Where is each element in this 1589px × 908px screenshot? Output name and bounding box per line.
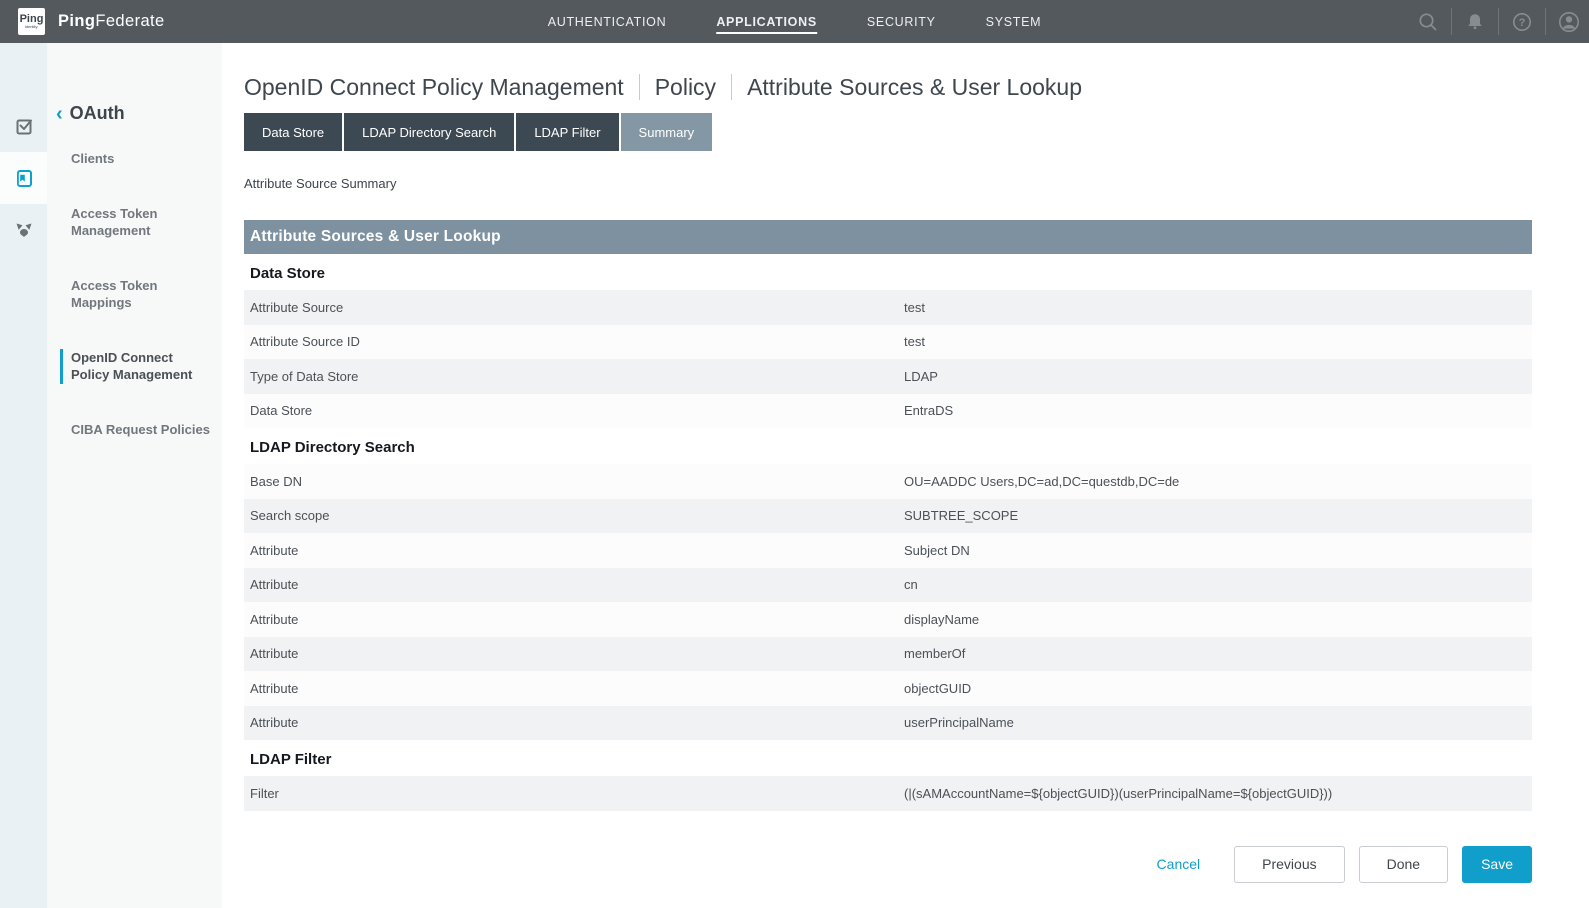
- topbar-icon-group: ?: [1410, 0, 1587, 43]
- row-value: Subject DN: [904, 543, 970, 558]
- step-tabs: Data StoreLDAP Directory SearchLDAP Filt…: [244, 113, 1532, 151]
- page-title: OpenID Connect Policy Management Policy At…: [244, 73, 1532, 101]
- row-label: Search scope: [244, 508, 904, 523]
- page-title-part: OpenID Connect Policy Management: [244, 74, 624, 101]
- row-value: test: [904, 334, 925, 349]
- tab-ldap-directory-search[interactable]: LDAP Directory Search: [344, 113, 514, 151]
- summary-table: Attribute Sources & User Lookup Data Sto…: [244, 220, 1532, 811]
- row-value: displayName: [904, 612, 979, 627]
- row-value: SUBTREE_SCOPE: [904, 508, 1018, 523]
- ping-identity-logo: Ping Identity.: [18, 8, 45, 35]
- table-row: Type of Data StoreLDAP: [244, 359, 1532, 394]
- chevron-left-icon: ‹: [56, 105, 63, 123]
- summary-table-body: Data StoreAttribute SourcetestAttribute …: [244, 254, 1532, 811]
- done-button[interactable]: Done: [1359, 846, 1448, 883]
- row-label: Attribute: [244, 543, 904, 558]
- row-label: Data Store: [244, 403, 904, 418]
- page-title-part: Policy: [655, 74, 716, 101]
- table-row: AttributeobjectGUID: [244, 671, 1532, 706]
- table-row: Attributecn: [244, 568, 1532, 603]
- row-label: Attribute: [244, 646, 904, 661]
- sidebar-item-ciba-request-policies[interactable]: CIBA Request Policies: [60, 421, 212, 439]
- row-value: objectGUID: [904, 681, 971, 696]
- help-icon[interactable]: ?: [1504, 11, 1540, 33]
- sidebar-item-openid-connect-policy-management[interactable]: OpenID Connect Policy Management: [60, 349, 212, 384]
- table-row: Attribute Source IDtest: [244, 325, 1532, 360]
- row-label: Attribute Source ID: [244, 334, 904, 349]
- svg-text:?: ?: [1519, 17, 1526, 29]
- row-label: Base DN: [244, 474, 904, 489]
- sidebar-item-clients[interactable]: Clients: [60, 150, 212, 168]
- section-heading-ldap-directory-search: LDAP Directory Search: [244, 428, 1532, 464]
- table-row: AttributememberOf: [244, 637, 1532, 672]
- summary-caption: Attribute Source Summary: [244, 176, 1532, 191]
- sidebar-item-access-token-management[interactable]: Access Token Management: [60, 205, 212, 240]
- row-value: cn: [904, 577, 918, 592]
- bell-icon[interactable]: [1457, 11, 1493, 33]
- nav-item-applications[interactable]: APPLICATIONS: [716, 0, 817, 43]
- sidebar-items: Clients Access Token Management Access Tok…: [47, 150, 222, 438]
- divider: [1498, 8, 1499, 35]
- table-row: Filter(|(sAMAccountName=${objectGUID})(u…: [244, 776, 1532, 811]
- bookmark-page-icon[interactable]: [0, 152, 47, 204]
- title-separator: [639, 74, 640, 100]
- nav-item-authentication[interactable]: AUTHENTICATION: [548, 0, 667, 43]
- check-square-icon[interactable]: [0, 100, 47, 152]
- previous-button[interactable]: Previous: [1234, 846, 1344, 883]
- row-value: LDAP: [904, 369, 938, 384]
- row-value: OU=AADDC Users,DC=ad,DC=questdb,DC=de: [904, 474, 1179, 489]
- section-heading-data-store: Data Store: [244, 254, 1532, 290]
- row-label: Type of Data Store: [244, 369, 904, 384]
- tab-summary[interactable]: Summary: [621, 113, 713, 151]
- table-row: Base DNOU=AADDC Users,DC=ad,DC=questdb,D…: [244, 464, 1532, 499]
- search-icon[interactable]: [1410, 11, 1446, 33]
- top-bar: Ping Identity. PingFederate AUTHENTICATI…: [0, 0, 1589, 43]
- logo-subtext: Identity.: [25, 24, 39, 29]
- tab-ldap-filter[interactable]: LDAP Filter: [516, 113, 618, 151]
- divider: [1451, 8, 1452, 35]
- oauth-back-link[interactable]: ‹ OAuth: [56, 103, 212, 124]
- nav-item-security[interactable]: SECURITY: [867, 0, 936, 43]
- table-row: AttributeSubject DN: [244, 533, 1532, 568]
- table-row: Attribute Sourcetest: [244, 290, 1532, 325]
- paw-grants-icon[interactable]: [0, 204, 47, 256]
- row-label: Attribute: [244, 715, 904, 730]
- table-row: Search scopeSUBTREE_SCOPE: [244, 499, 1532, 534]
- title-separator: [731, 74, 732, 100]
- row-value: (|(sAMAccountName=${objectGUID})(userPri…: [904, 786, 1332, 801]
- row-label: Attribute Source: [244, 300, 904, 315]
- save-button[interactable]: Save: [1462, 846, 1532, 883]
- row-label: Attribute: [244, 612, 904, 627]
- row-label: Filter: [244, 786, 904, 801]
- sidebar-item-access-token-mappings[interactable]: Access Token Mappings: [60, 277, 212, 312]
- main-content: OpenID Connect Policy Management Policy At…: [222, 43, 1589, 908]
- nav-item-system[interactable]: SYSTEM: [986, 0, 1042, 43]
- primary-nav: AUTHENTICATION APPLICATIONS SECURITY SYSTEM: [548, 0, 1042, 43]
- logo-text: Ping: [20, 14, 44, 24]
- footer-actions: Cancel Previous Done Save: [244, 846, 1532, 883]
- app-title: PingFederate: [58, 12, 165, 31]
- app-title-bold: Ping: [58, 12, 95, 30]
- table-row: AttributeuserPrincipalName: [244, 706, 1532, 741]
- table-row: Data StoreEntraDS: [244, 394, 1532, 429]
- section-heading-ldap-filter: LDAP Filter: [244, 740, 1532, 776]
- sidebar-menu: ‹ OAuth Clients Access Token Management Ac…: [47, 43, 222, 908]
- row-value: test: [904, 300, 925, 315]
- row-value: EntraDS: [904, 403, 953, 418]
- divider: [1545, 8, 1546, 35]
- page-title-part: Attribute Sources & User Lookup: [747, 74, 1082, 101]
- sidebar-icon-rail: [0, 43, 47, 908]
- row-value: memberOf: [904, 646, 965, 661]
- table-row: AttributedisplayName: [244, 602, 1532, 637]
- page-shell: ‹ OAuth Clients Access Token Management Ac…: [0, 43, 1589, 908]
- tab-data-store[interactable]: Data Store: [244, 113, 342, 151]
- user-icon[interactable]: [1551, 10, 1587, 34]
- row-label: Attribute: [244, 577, 904, 592]
- row-label: Attribute: [244, 681, 904, 696]
- app-title-light: Federate: [95, 12, 164, 30]
- cancel-link[interactable]: Cancel: [1157, 856, 1201, 872]
- sidebar-section-title: OAuth: [70, 103, 125, 124]
- row-value: userPrincipalName: [904, 715, 1014, 730]
- table-header: Attribute Sources & User Lookup: [244, 220, 1532, 254]
